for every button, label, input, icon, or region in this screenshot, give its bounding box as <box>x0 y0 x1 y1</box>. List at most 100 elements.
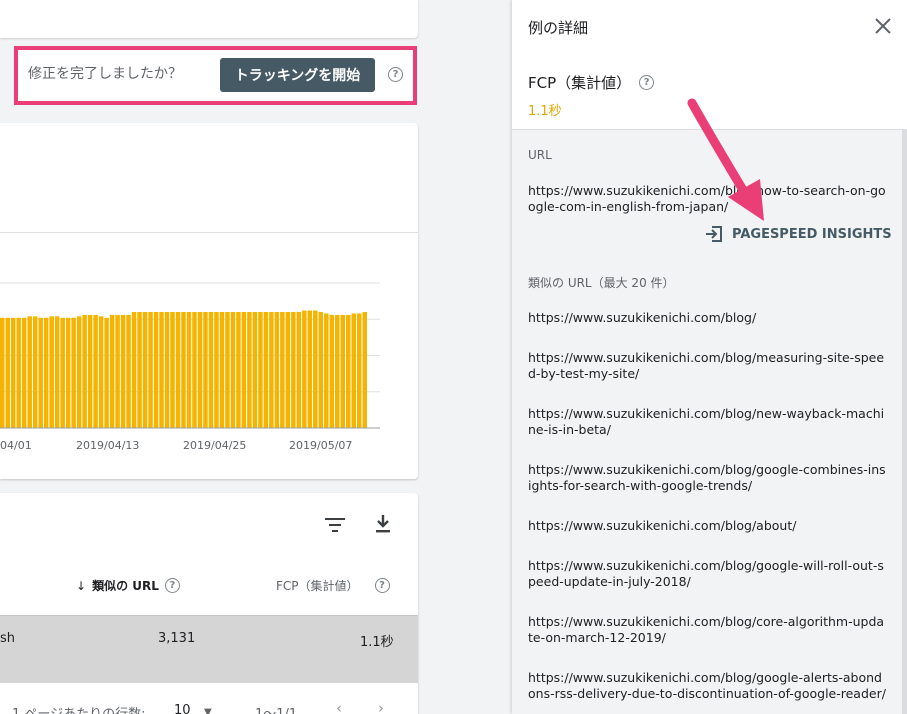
chart-bar[interactable] <box>71 317 76 428</box>
chart-bar[interactable] <box>104 317 109 428</box>
chart-bar[interactable] <box>54 316 60 428</box>
close-icon[interactable] <box>874 17 892 35</box>
column-header-fcp[interactable]: FCP（集計値） ? <box>276 577 390 594</box>
chart-bar[interactable] <box>236 312 241 428</box>
chart-bar[interactable] <box>164 312 170 428</box>
similar-url-item[interactable]: https://www.suzukikenichi.com/blog/measu… <box>528 350 888 382</box>
chart-bar[interactable] <box>335 314 340 428</box>
chart-bar[interactable] <box>225 312 230 428</box>
chart-bar[interactable] <box>252 312 258 428</box>
header-card <box>0 0 418 38</box>
chart-bar[interactable] <box>109 314 115 428</box>
filter-icon[interactable] <box>324 515 346 535</box>
chart-bar[interactable] <box>131 312 137 428</box>
similar-url-item[interactable]: https://www.suzukikenichi.com/blog/about… <box>528 518 888 534</box>
chart-bar[interactable] <box>302 310 307 428</box>
similar-url-item[interactable]: https://www.suzukikenichi.com/blog/googl… <box>528 462 888 494</box>
chart-bar[interactable] <box>296 312 302 428</box>
chart-bar[interactable] <box>137 312 142 428</box>
download-icon[interactable] <box>372 513 394 535</box>
chart-bar[interactable] <box>153 312 159 428</box>
chart-bar[interactable] <box>126 314 131 428</box>
rows-per-page-select[interactable]: 10 <box>174 703 191 714</box>
chart-bar[interactable] <box>208 312 214 428</box>
chart-bar[interactable] <box>148 312 153 428</box>
chart-bar[interactable] <box>142 312 148 428</box>
chart-bar[interactable] <box>285 312 291 428</box>
chart-bar[interactable] <box>21 317 27 428</box>
chart-bar[interactable] <box>5 317 10 428</box>
similar-url-item[interactable]: https://www.suzukikenichi.com/blog/googl… <box>528 670 888 702</box>
help-icon[interactable]: ? <box>639 75 655 90</box>
similar-url-item[interactable]: https://www.suzukikenichi.com/blog/new-w… <box>528 406 888 438</box>
metric-label: FCP（集計値） <box>528 74 632 92</box>
chart-bar[interactable] <box>324 313 329 428</box>
chart-bar[interactable] <box>65 317 71 428</box>
chart-bar[interactable] <box>346 314 351 428</box>
chart-bar[interactable] <box>214 312 219 428</box>
chart-bar[interactable] <box>247 312 252 428</box>
chart-bar[interactable] <box>32 316 38 428</box>
start-tracking-button[interactable]: トラッキングを開始 <box>220 58 375 92</box>
chart-bar[interactable] <box>49 316 54 428</box>
chart-bar[interactable] <box>357 313 362 428</box>
chart-bar[interactable] <box>98 316 104 428</box>
chart-card: 04/01 2019/04/13 2019/04/25 2019/05/07 <box>0 123 418 479</box>
chart-bar[interactable] <box>60 317 65 428</box>
chart-bar[interactable] <box>27 316 32 428</box>
metric-value: 1.1秒 <box>528 104 562 119</box>
chart-bar[interactable] <box>219 312 225 428</box>
chart-bar[interactable] <box>43 317 49 428</box>
column-header-similar-url[interactable]: ↓ 類似の URL ? <box>76 577 180 594</box>
chevron-left-icon[interactable]: ‹ <box>336 699 342 714</box>
chart-bar[interactable] <box>197 312 203 428</box>
chart-bar[interactable] <box>307 310 313 428</box>
chart-bar[interactable] <box>291 312 296 428</box>
similar-url-item[interactable]: https://www.suzukikenichi.com/blog/googl… <box>528 558 888 590</box>
chart-bar[interactable] <box>313 310 318 428</box>
row-url: sh <box>0 631 16 646</box>
chart-bar[interactable] <box>274 312 280 428</box>
chart-bar[interactable] <box>351 313 357 428</box>
pagespeed-insights-link[interactable]: PAGESPEED INSIGHTS <box>704 224 892 244</box>
chart-bar[interactable] <box>175 312 181 428</box>
chart-bar[interactable] <box>258 312 263 428</box>
chart-bar[interactable] <box>120 314 126 428</box>
chart-bar[interactable] <box>362 312 367 428</box>
chart-bar[interactable] <box>340 314 346 428</box>
chart-bar[interactable] <box>230 312 236 428</box>
chart-bar[interactable] <box>16 317 21 428</box>
chart-bar[interactable] <box>170 312 175 428</box>
chart-bar[interactable] <box>269 312 274 428</box>
scrollbar[interactable] <box>902 130 907 714</box>
example-url[interactable]: https://www.suzukikenichi.com/blog/how-t… <box>528 183 888 215</box>
chart-bar[interactable] <box>263 312 269 428</box>
chart-bar[interactable] <box>82 314 87 428</box>
chart-bar[interactable] <box>87 314 93 428</box>
panel-title: 例の詳細 <box>528 19 589 37</box>
similar-url-item[interactable]: https://www.suzukikenichi.com/blog/core-… <box>528 614 888 646</box>
chart-bar[interactable] <box>10 317 16 428</box>
table-row[interactable]: sh 3,131 1.1秒 <box>0 615 418 683</box>
help-icon[interactable]: ? <box>374 578 390 593</box>
chart-bar[interactable] <box>115 314 120 428</box>
chart-bar[interactable] <box>93 314 98 428</box>
chart-bar[interactable] <box>0 317 5 428</box>
chart-bar[interactable] <box>318 312 324 428</box>
chart-bar[interactable] <box>76 316 82 428</box>
dropdown-arrow-icon[interactable]: ▼ <box>204 707 212 714</box>
divider <box>0 232 418 233</box>
help-icon[interactable]: ? <box>388 67 403 82</box>
chart-bar[interactable] <box>280 312 285 428</box>
chart-bar[interactable] <box>329 314 335 428</box>
chart-bar[interactable] <box>186 312 192 428</box>
chart-bar[interactable] <box>192 312 197 428</box>
chart-bar[interactable] <box>241 312 247 428</box>
chart-bar[interactable] <box>203 312 208 428</box>
chevron-right-icon[interactable]: › <box>378 699 384 714</box>
chart-bar[interactable] <box>181 312 186 428</box>
chart-bar[interactable] <box>159 312 164 428</box>
help-icon[interactable]: ? <box>164 578 180 593</box>
similar-url-item[interactable]: https://www.suzukikenichi.com/blog/ <box>528 310 888 326</box>
chart-bar[interactable] <box>38 317 43 428</box>
